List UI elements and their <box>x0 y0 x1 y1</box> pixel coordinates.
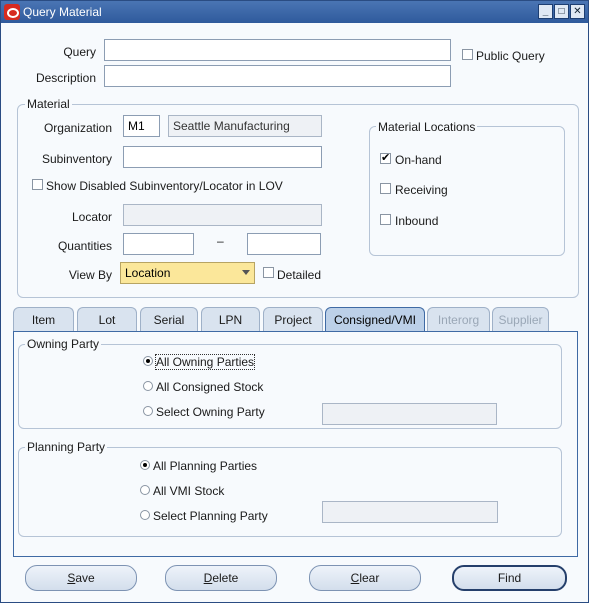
select-planning-party-label: Select Planning Party <box>153 509 268 523</box>
save-button[interactable]: Save <box>25 565 137 591</box>
inbound-label: Inbound <box>395 214 439 228</box>
tab-interorg: Interorg <box>427 307 490 331</box>
delete-label-rest: elete <box>212 571 239 585</box>
inbound-checkbox[interactable] <box>380 214 391 225</box>
detailed-label: Detailed <box>277 268 322 282</box>
tab-project[interactable]: Project <box>263 307 323 331</box>
quantities-label: Quantities <box>57 239 112 253</box>
select-owning-party-radio[interactable] <box>143 406 153 416</box>
planning-party-input <box>322 501 498 523</box>
on-hand-label: On-hand <box>395 153 442 167</box>
close-icon[interactable]: ✕ <box>570 4 585 19</box>
oracle-app-icon <box>4 4 20 20</box>
receiving-checkbox[interactable] <box>380 183 391 194</box>
select-planning-party-radio[interactable] <box>140 510 150 520</box>
find-button[interactable]: Find <box>452 565 567 591</box>
public-query-checkbox[interactable] <box>462 49 473 60</box>
window-title: Query Material <box>23 5 102 19</box>
tab-consigned-vmi[interactable]: Consigned/VMI <box>325 307 425 332</box>
receiving-label: Receiving <box>395 183 448 197</box>
title-bar: Query Material _ □ ✕ <box>1 1 588 23</box>
view-by-label: View By <box>68 268 112 282</box>
quantities-separator: – <box>217 234 224 248</box>
quantities-from-input[interactable] <box>123 233 194 255</box>
detailed-checkbox[interactable] <box>263 267 274 278</box>
all-planning-parties-label: All Planning Parties <box>153 459 258 473</box>
on-hand-checkbox[interactable] <box>380 151 391 164</box>
material-locations-title: Material Locations <box>376 120 478 134</box>
clear-button[interactable]: Clear <box>309 565 421 591</box>
all-vmi-stock-label: All VMI Stock <box>153 484 225 498</box>
clear-label-rest: lear <box>359 571 380 585</box>
description-label: Description <box>35 71 96 85</box>
minimize-icon[interactable]: _ <box>538 4 553 19</box>
show-disabled-checkbox[interactable] <box>32 179 43 190</box>
locator-input <box>123 204 322 226</box>
all-vmi-stock-radio[interactable] <box>140 485 150 495</box>
subinventory-input[interactable] <box>123 146 322 168</box>
delete-mnemonic: D <box>203 571 213 585</box>
organization-name-field: Seattle Manufacturing <box>168 115 322 137</box>
tab-supplier: Supplier <box>492 307 549 331</box>
all-owning-parties-label: All Owning Parties <box>154 354 256 370</box>
view-by-value: Location <box>125 266 171 280</box>
save-label-rest: ave <box>75 571 95 585</box>
description-input[interactable] <box>104 65 451 87</box>
tab-serial[interactable]: Serial <box>140 307 198 331</box>
locator-label: Locator <box>71 210 112 224</box>
owning-party-input <box>322 403 497 425</box>
tab-lpn[interactable]: LPN <box>201 307 260 331</box>
all-consigned-stock-radio[interactable] <box>143 381 153 391</box>
tab-item[interactable]: Item <box>13 307 74 331</box>
delete-button[interactable]: Delete <box>165 565 277 591</box>
all-consigned-stock-label: All Consigned Stock <box>156 380 264 394</box>
maximize-icon[interactable]: □ <box>554 4 569 19</box>
view-by-select[interactable]: Location <box>120 262 255 284</box>
public-query-label: Public Query <box>476 49 545 63</box>
planning-party-group <box>18 447 562 537</box>
subinventory-label: Subinventory <box>41 152 112 166</box>
chevron-down-icon[interactable] <box>242 270 250 275</box>
all-planning-parties-radio[interactable] <box>140 460 150 470</box>
query-input[interactable] <box>104 39 451 61</box>
owning-party-title: Owning Party <box>25 337 102 351</box>
organization-label: Organization <box>43 121 112 135</box>
query-label: Query <box>63 45 96 59</box>
material-group-title: Material <box>25 97 72 111</box>
planning-party-title: Planning Party <box>25 440 108 454</box>
show-disabled-label: Show Disabled Subinventory/Locator in LO… <box>46 179 283 193</box>
tab-lot[interactable]: Lot <box>77 307 137 331</box>
organization-code-input[interactable]: M1 <box>123 115 160 137</box>
all-owning-parties-radio[interactable] <box>143 356 153 366</box>
select-owning-party-label: Select Owning Party <box>156 405 265 419</box>
quantities-to-input[interactable] <box>247 233 321 255</box>
query-material-window: Query Material _ □ ✕ Query Public Query … <box>0 0 589 603</box>
